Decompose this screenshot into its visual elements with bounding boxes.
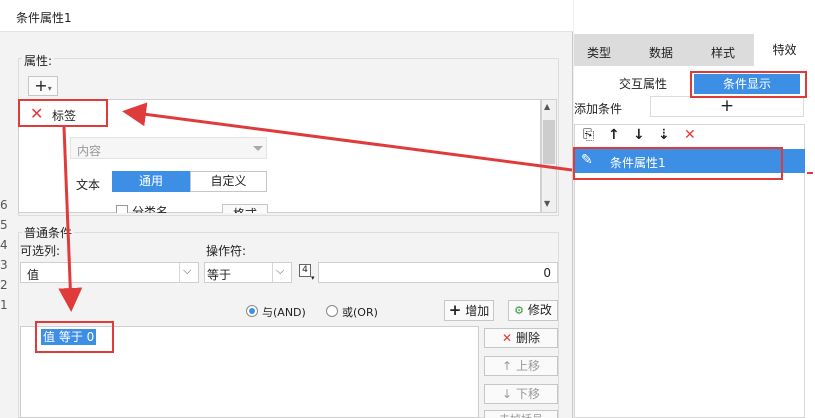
ruler-digit: 5 [0,218,8,232]
left-edge-ruler: 6 5 4 3 2 1 [0,198,8,318]
annotation-arrow-to-label [122,102,573,172]
ruler-digit: 4 [0,238,8,252]
annotation-arrows [58,102,573,312]
ruler-digit: 1 [0,298,8,312]
annotation-arrow-to-condition [58,126,83,312]
ruler-digit: 6 [0,198,8,212]
ruler-digit: 3 [0,258,8,272]
ruler-digit: 2 [0,278,8,292]
